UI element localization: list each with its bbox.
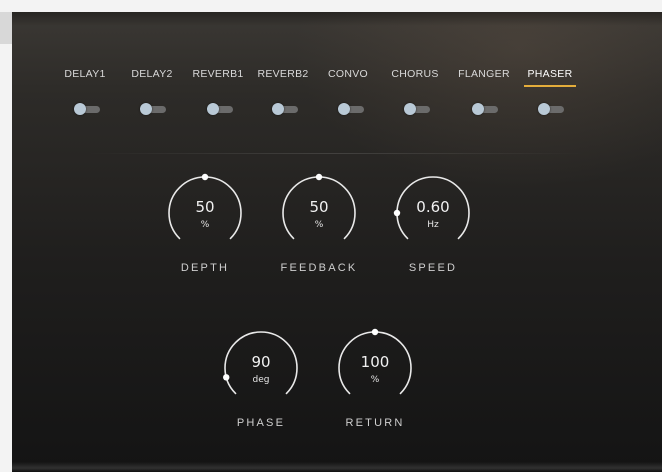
- phaser-effect-panel: DELAY1 DELAY2 REVERB1 REVERB2 CONVO CHOR…: [12, 12, 662, 472]
- toggle-knob: [272, 103, 284, 115]
- feedback-unit: %: [314, 220, 324, 230]
- reverb1-enable-toggle[interactable]: [207, 103, 235, 115]
- depth-unit: %: [200, 220, 210, 230]
- depth-value: 50: [195, 198, 215, 216]
- tab-reverb1[interactable]: REVERB1: [186, 65, 250, 105]
- section-divider: [86, 153, 586, 154]
- speed-value: 0.60: [416, 198, 450, 216]
- return-label: RETURN: [345, 417, 405, 429]
- tab-active-underline: [524, 85, 576, 87]
- flanger-enable-toggle[interactable]: [472, 103, 500, 115]
- tab-delay2[interactable]: DELAY2: [120, 65, 184, 105]
- toggle-knob: [338, 103, 350, 115]
- tab-flanger[interactable]: FLANGER: [452, 65, 516, 105]
- return-unit: %: [370, 375, 380, 385]
- speed-unit: Hz: [427, 220, 439, 230]
- tab-reverb2[interactable]: REVERB2: [251, 65, 315, 105]
- phaser-enable-toggle[interactable]: [538, 103, 566, 115]
- toggle-knob: [140, 103, 152, 115]
- tab-label: REVERB1: [192, 68, 244, 80]
- toggle-knob: [404, 103, 416, 115]
- tab-label: CONVO: [327, 68, 368, 80]
- toggle-knob: [538, 103, 550, 115]
- depth-knob[interactable]: 50 % DEPTH: [160, 170, 250, 280]
- tab-label: PHASER: [527, 68, 573, 80]
- phase-knob[interactable]: 90 deg PHASE: [216, 325, 306, 435]
- delay2-enable-toggle[interactable]: [140, 103, 168, 115]
- tab-convo[interactable]: CONVO: [316, 65, 380, 105]
- feedback-label: FEEDBACK: [280, 262, 358, 274]
- reverb2-enable-toggle[interactable]: [272, 103, 300, 115]
- effect-tab-bar: DELAY1 DELAY2 REVERB1 REVERB2 CONVO CHOR…: [12, 12, 662, 132]
- convo-enable-toggle[interactable]: [338, 103, 366, 115]
- delay1-enable-toggle[interactable]: [74, 103, 102, 115]
- left-edge-strip: [0, 12, 12, 44]
- depth-label: DEPTH: [180, 262, 230, 274]
- tab-delay1[interactable]: DELAY1: [53, 65, 117, 105]
- tab-label: REVERB2: [257, 68, 309, 80]
- return-knob[interactable]: 100 % RETURN: [330, 325, 420, 435]
- toggle-knob: [207, 103, 219, 115]
- phase-unit: deg: [252, 375, 270, 385]
- toggle-knob: [74, 103, 86, 115]
- phase-label: PHASE: [236, 417, 286, 429]
- phase-value: 90: [251, 353, 271, 371]
- speed-knob[interactable]: 0.60 Hz SPEED: [388, 170, 478, 280]
- toggle-knob: [472, 103, 484, 115]
- tab-chorus[interactable]: CHORUS: [383, 65, 447, 105]
- feedback-knob[interactable]: 50 % FEEDBACK: [274, 170, 364, 280]
- speed-label: SPEED: [408, 262, 458, 274]
- feedback-value: 50: [309, 198, 329, 216]
- chorus-enable-toggle[interactable]: [404, 103, 432, 115]
- tab-label: DELAY2: [131, 68, 173, 80]
- tab-label: CHORUS: [391, 68, 439, 80]
- tab-label: DELAY1: [64, 68, 106, 80]
- tab-phaser[interactable]: PHASER: [518, 65, 582, 105]
- return-value: 100: [360, 353, 390, 371]
- tab-label: FLANGER: [458, 68, 510, 80]
